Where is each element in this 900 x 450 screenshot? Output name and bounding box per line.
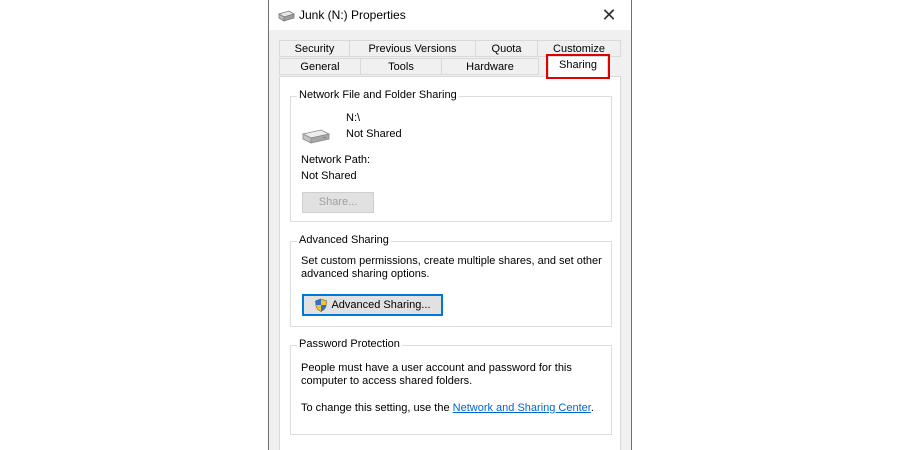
- change-setting-suffix: .: [590, 402, 594, 414]
- drive-label: N:\: [346, 112, 361, 124]
- tab-hardware[interactable]: Hardware: [441, 58, 539, 75]
- network-path-value: Not Shared: [301, 170, 357, 182]
- sharing-panel: Network File and Folder Sharing N:\ Not …: [279, 76, 621, 450]
- change-setting-text: To change this setting, use the Network …: [301, 402, 594, 414]
- tab-strip: Security Previous Versions Quota Customi…: [269, 0, 631, 80]
- advanced-sharing-group: Advanced Sharing Set custom permissions,…: [290, 234, 612, 327]
- properties-window: Junk (N:) Properties ✕ Security Previous…: [268, 0, 632, 450]
- network-sharing-group: Network File and Folder Sharing N:\ Not …: [290, 89, 612, 222]
- password-text-line1: People must have a user account and pass…: [301, 362, 572, 374]
- tab-quota[interactable]: Quota: [475, 40, 538, 57]
- group-title: Advanced Sharing: [297, 234, 391, 246]
- tab-previous-versions[interactable]: Previous Versions: [349, 40, 476, 57]
- group-title: Password Protection: [297, 338, 402, 350]
- advanced-sharing-button[interactable]: Advanced Sharing...: [302, 294, 443, 316]
- share-status: Not Shared: [346, 128, 402, 140]
- uac-shield-icon: [315, 298, 328, 312]
- group-title: Network File and Folder Sharing: [297, 89, 459, 101]
- advanced-description-line1: Set custom permissions, create multiple …: [301, 255, 602, 267]
- drive-icon: [301, 129, 331, 144]
- password-text-line2: computer to access shared folders.: [301, 375, 473, 387]
- tab-general[interactable]: General: [279, 58, 361, 75]
- advanced-description-line2: advanced sharing options.: [301, 268, 430, 280]
- sharing-tab-highlight: [546, 54, 610, 79]
- share-button[interactable]: Share...: [302, 192, 374, 213]
- tab-security[interactable]: Security: [279, 40, 350, 57]
- network-sharing-center-link[interactable]: Network and Sharing Center: [453, 402, 591, 414]
- network-path-label: Network Path:: [301, 154, 371, 166]
- password-protection-group: Password Protection People must have a u…: [290, 338, 612, 435]
- advanced-sharing-button-label: Advanced Sharing...: [331, 299, 431, 311]
- change-setting-prefix: To change this setting, use the: [301, 402, 453, 414]
- tab-tools[interactable]: Tools: [360, 58, 442, 75]
